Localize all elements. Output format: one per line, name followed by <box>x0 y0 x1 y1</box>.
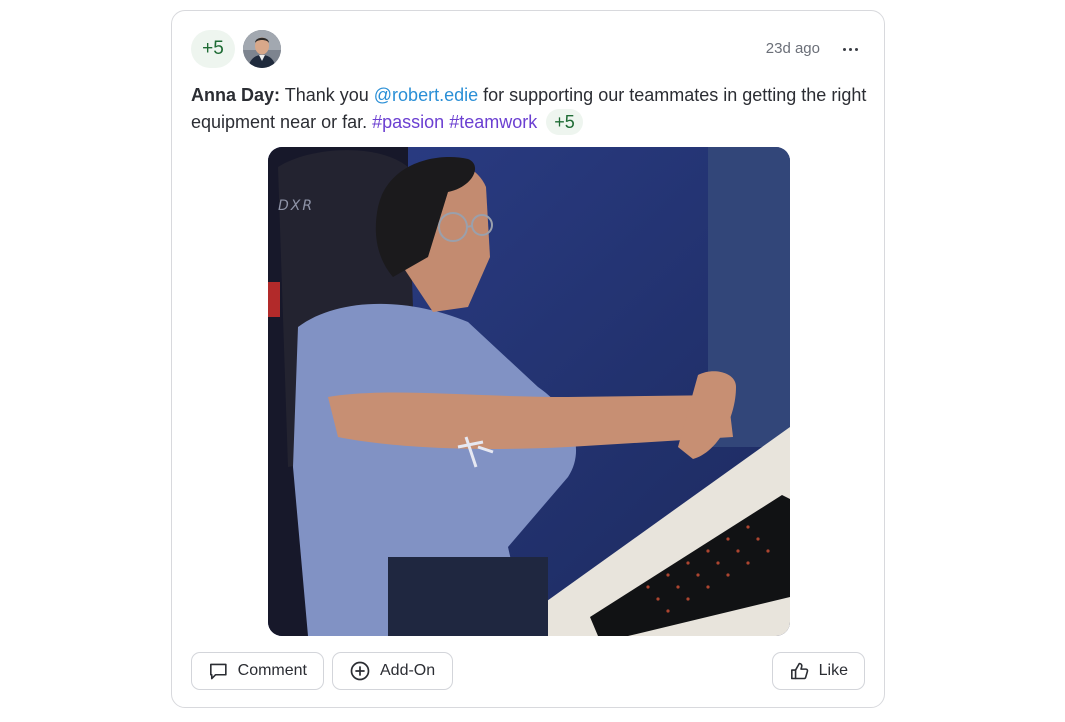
more-horizontal-icon <box>842 47 846 51</box>
comment-label: Comment <box>237 662 307 679</box>
like-label: Like <box>818 662 848 679</box>
post-header: +5 23d ago <box>191 30 865 68</box>
recognition-post-card: +5 23d ago Anna Day: Thank you @robert.e… <box>171 10 885 708</box>
points-badge: +5 <box>191 30 235 68</box>
post-message: Anna Day: Thank you @robert.edie for sup… <box>191 82 881 136</box>
comment-button[interactable]: Comment <box>191 652 324 690</box>
gif-image: DXR <box>268 147 790 636</box>
hashtag-teamwork[interactable]: #teamwork <box>449 112 537 132</box>
more-options-button[interactable] <box>835 34 865 64</box>
post-actions: Comment Add-On Like <box>191 652 865 690</box>
avatar[interactable] <box>243 30 281 68</box>
add-on-label: Add-On <box>380 662 436 679</box>
thumbs-up-icon <box>791 662 809 680</box>
post-author[interactable]: Anna Day: <box>191 85 280 105</box>
hashtag-passion[interactable]: #passion <box>372 112 444 132</box>
mention-link[interactable]: @robert.edie <box>374 85 478 105</box>
add-on-button[interactable]: Add-On <box>332 652 453 690</box>
more-dot <box>854 47 858 51</box>
chair-brand-text: DXR <box>278 198 314 214</box>
like-button[interactable]: Like <box>772 652 865 690</box>
post-gif[interactable]: DXR <box>268 147 790 636</box>
avatar-image <box>243 30 281 68</box>
plus-circle-icon <box>350 661 370 681</box>
post-timestamp: 23d ago <box>765 40 820 57</box>
comment-icon <box>210 663 227 680</box>
more-dot <box>848 47 852 51</box>
inline-points-badge: +5 <box>546 109 583 135</box>
message-text: Thank you <box>284 85 369 105</box>
